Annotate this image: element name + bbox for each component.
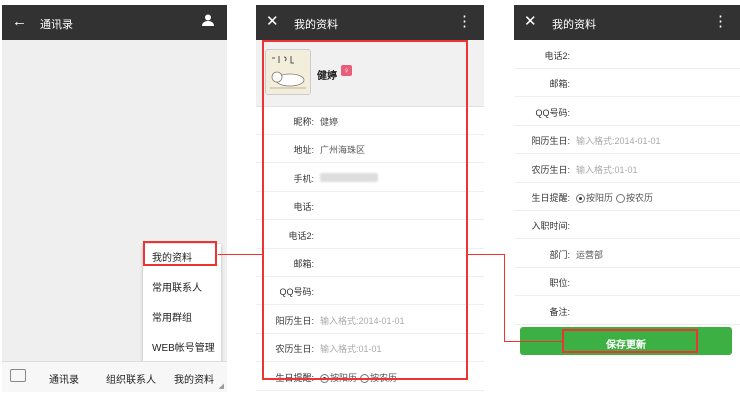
field-label: 入职时间: bbox=[531, 221, 570, 232]
keyboard-icon[interactable] bbox=[10, 369, 26, 382]
radio-solar[interactable] bbox=[576, 194, 585, 204]
tab-org-contacts[interactable]: 组织联系人 bbox=[106, 371, 156, 386]
more-vertical-icon[interactable]: ⋮ bbox=[457, 13, 472, 30]
field-label: 备注: bbox=[549, 306, 570, 317]
form-row[interactable]: 部门: 运营部 bbox=[514, 239, 740, 268]
form-row[interactable]: 农历生日: 输入格式:01-01 bbox=[514, 154, 740, 183]
profile-app-bar-2: ✕ 我的资料 ⋮ bbox=[514, 5, 740, 40]
form-row[interactable]: 入职时间: bbox=[514, 210, 740, 240]
field-label: 农历生日: bbox=[531, 164, 570, 175]
radio-lunar[interactable] bbox=[616, 194, 626, 204]
corner-indicator-icon: ◢ bbox=[218, 383, 224, 390]
form-row[interactable]: QQ号码: bbox=[514, 97, 740, 126]
form-row[interactable]: 生日提醒: 按阳历 按农历 bbox=[514, 182, 740, 211]
profile-app-bar: ✕ 我的资料 ⋮ bbox=[256, 5, 484, 40]
field-value[interactable]: 输入格式:01-01 bbox=[576, 163, 638, 176]
birthday-reminder-options[interactable]: 按阳历 按农历 bbox=[576, 191, 653, 204]
form-row[interactable]: 电话2: bbox=[514, 40, 740, 69]
menu-item-web-account[interactable]: WEB帐号管理 bbox=[143, 334, 221, 364]
form-row[interactable]: 邮箱: bbox=[514, 68, 740, 98]
field-label: 邮箱: bbox=[549, 79, 570, 90]
field-label: 生日提醒: bbox=[531, 193, 570, 203]
radio-solar-label: 按阳历 bbox=[586, 193, 614, 203]
highlight-save-button bbox=[562, 329, 698, 353]
highlight-my-profile bbox=[143, 241, 217, 266]
tab-contacts[interactable]: 通讯录 bbox=[49, 371, 79, 386]
menu-item-frequent-contacts[interactable]: 常用联系人 bbox=[143, 274, 221, 304]
connector-line-4 bbox=[504, 341, 562, 342]
field-label: 职位: bbox=[549, 278, 570, 289]
profile-title: 我的资料 bbox=[294, 19, 338, 31]
connector-line-1 bbox=[218, 254, 263, 255]
form-row[interactable]: 阳历生日: 输入格式:2014-01-01 bbox=[514, 125, 740, 155]
contacts-title: 通讯录 bbox=[40, 19, 73, 31]
connector-line-3 bbox=[504, 254, 505, 341]
highlight-profile-form bbox=[262, 40, 468, 380]
close-icon[interactable]: ✕ bbox=[524, 13, 537, 30]
field-label: 部门: bbox=[549, 249, 570, 260]
field-value[interactable]: 输入格式:2014-01-01 bbox=[576, 134, 661, 147]
contacts-app-bar: ← 通讯录 bbox=[2, 5, 227, 40]
field-label: 阳历生日: bbox=[531, 136, 570, 147]
close-icon[interactable]: ✕ bbox=[266, 13, 279, 30]
more-vertical-icon[interactable]: ⋮ bbox=[713, 13, 728, 30]
menu-item-frequent-groups[interactable]: 常用群组 bbox=[143, 304, 221, 334]
field-label: 电话2: bbox=[544, 51, 570, 61]
back-arrow-icon[interactable]: ← bbox=[12, 13, 27, 30]
form-row[interactable]: 职位: bbox=[514, 267, 740, 297]
person-icon[interactable] bbox=[201, 13, 215, 31]
field-label: QQ号码: bbox=[535, 107, 570, 118]
radio-lunar-label: 按农历 bbox=[626, 193, 654, 203]
field-value[interactable]: 运营部 bbox=[576, 248, 603, 261]
contacts-screen: ← 通讯录 我的资料 常用联系人 常用群组 WEB帐号管理 通讯录 组织联系人 … bbox=[2, 5, 227, 392]
form-row[interactable]: 备注: bbox=[514, 296, 740, 325]
profile-title-2: 我的资料 bbox=[552, 19, 596, 31]
bottom-tab-bar: 通讯录 组织联系人 我的资料 ◢ bbox=[2, 361, 227, 392]
connector-line-2 bbox=[468, 254, 505, 255]
tab-my-profile[interactable]: 我的资料 bbox=[174, 371, 214, 386]
